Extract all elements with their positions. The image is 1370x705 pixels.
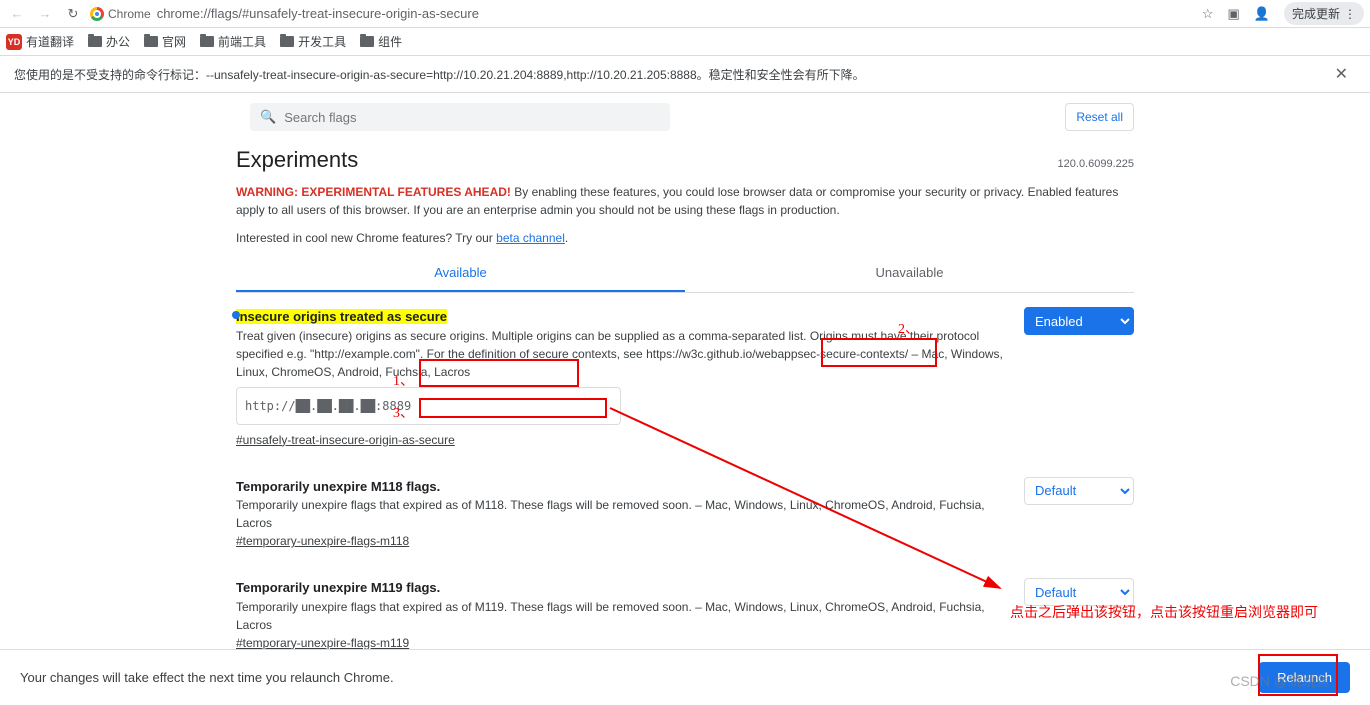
flag-state-select[interactable]: Enabled xyxy=(1024,307,1134,335)
update-button[interactable]: 完成更新 ⋮ xyxy=(1284,2,1364,25)
flag-insecure-origins: Insecure origins treated as secure Treat… xyxy=(236,293,1134,463)
flag-desc: Treat given (insecure) origins as secure… xyxy=(236,329,1003,379)
bookmark-label: 前端工具 xyxy=(218,33,266,50)
site-badge-label: Chrome xyxy=(108,7,151,21)
page-title: Experiments xyxy=(236,147,358,173)
beta-channel-link[interactable]: beta channel xyxy=(496,231,565,245)
address-bar[interactable]: chrome://flags/#unsafely-treat-insecure-… xyxy=(157,6,1196,21)
search-icon: 🔍 xyxy=(260,109,276,125)
menu-icon: ⋮ xyxy=(1344,7,1356,21)
warning-heading: WARNING: EXPERIMENTAL FEATURES AHEAD! xyxy=(236,185,511,199)
beta-note-post: . xyxy=(565,231,568,245)
bookmark-youdao[interactable]: YD 有道翻译 xyxy=(6,33,74,50)
experiments-warning: WARNING: EXPERIMENTAL FEATURES AHEAD! By… xyxy=(236,179,1134,223)
bookmark-star-icon[interactable]: ☆ xyxy=(1202,6,1214,22)
folder-icon xyxy=(144,36,158,47)
chrome-version: 120.0.6099.225 xyxy=(1058,158,1134,170)
bookmark-folder-4[interactable]: 组件 xyxy=(360,33,402,50)
bookmark-label: 办公 xyxy=(106,33,130,50)
reload-button[interactable]: ↻ xyxy=(62,3,84,25)
relaunch-message: Your changes will take effect the next t… xyxy=(20,670,394,685)
flag-text: Temporarily unexpire M119 flags. Tempora… xyxy=(236,578,1008,652)
flags-page: 🔍 Reset all Experiments 120.0.6099.225 W… xyxy=(220,93,1150,688)
flag-desc: Temporarily unexpire flags that expired … xyxy=(236,498,985,530)
folder-icon xyxy=(88,36,102,47)
update-label: 完成更新 xyxy=(1292,5,1340,22)
annotation-note: 点击之后弹出该按钮，点击该按钮重启浏览器即可 xyxy=(1010,602,1318,622)
tab-available[interactable]: Available xyxy=(236,255,685,292)
annotation-label-1: 1、 xyxy=(393,370,414,390)
chrome-logo-icon xyxy=(90,7,104,21)
flag-text: Insecure origins treated as secure Treat… xyxy=(236,307,1008,449)
modified-indicator-icon xyxy=(232,311,240,319)
browser-toolbar: ← → ↻ Chrome chrome://flags/#unsafely-tr… xyxy=(0,0,1370,28)
folder-icon xyxy=(360,36,374,47)
extensions-icon[interactable]: ▣ xyxy=(1228,6,1240,22)
bookmark-folder-2[interactable]: 前端工具 xyxy=(200,33,266,50)
search-box[interactable]: 🔍 xyxy=(250,103,670,131)
reset-all-button[interactable]: Reset all xyxy=(1065,103,1134,131)
experiments-header: Experiments 120.0.6099.225 xyxy=(236,141,1134,179)
folder-icon xyxy=(200,36,214,47)
flag-m118: Temporarily unexpire M118 flags. Tempora… xyxy=(236,463,1134,565)
tab-unavailable[interactable]: Unavailable xyxy=(685,255,1134,292)
bookmark-label: 开发工具 xyxy=(298,33,346,50)
youdao-favicon: YD xyxy=(6,34,22,50)
relaunch-button[interactable]: Relaunch xyxy=(1259,662,1350,693)
back-button[interactable]: ← xyxy=(6,3,28,25)
annotation-label-3: 3、 xyxy=(393,402,414,422)
site-badge: Chrome xyxy=(90,7,151,21)
bookmark-label: 有道翻译 xyxy=(26,33,74,50)
profile-icon[interactable]: 👤 xyxy=(1254,6,1270,22)
search-row: 🔍 Reset all xyxy=(236,93,1134,141)
flag-title: Temporarily unexpire M118 flags. xyxy=(236,479,440,494)
origin-input[interactable] xyxy=(236,387,621,425)
toolbar-right: ☆ ▣ 👤 完成更新 ⋮ xyxy=(1202,2,1364,25)
annotation-label-2: 2、 xyxy=(898,318,919,338)
search-input[interactable] xyxy=(284,110,660,125)
flag-state-select[interactable]: Default xyxy=(1024,477,1134,505)
bookmark-folder-0[interactable]: 办公 xyxy=(88,33,130,50)
beta-note-pre: Interested in cool new Chrome features? … xyxy=(236,231,496,245)
flag-title: Insecure origins treated as secure xyxy=(236,309,447,324)
bookmarks-bar: YD 有道翻译 办公 官网 前端工具 开发工具 组件 xyxy=(0,28,1370,56)
flag-desc: Temporarily unexpire flags that expired … xyxy=(236,600,985,632)
beta-note: Interested in cool new Chrome features? … xyxy=(236,223,1134,245)
bookmark-label: 官网 xyxy=(162,33,186,50)
flag-anchor-link[interactable]: #temporary-unexpire-flags-m118 xyxy=(236,532,409,550)
bookmark-folder-3[interactable]: 开发工具 xyxy=(280,33,346,50)
folder-icon xyxy=(280,36,294,47)
flag-text: Temporarily unexpire M118 flags. Tempora… xyxy=(236,477,1008,551)
flag-title: Temporarily unexpire M119 flags. xyxy=(236,580,440,595)
flag-anchor-link[interactable]: #unsafely-treat-insecure-origin-as-secur… xyxy=(236,431,455,449)
command-line-warning-bar: 您使用的是不受支持的命令行标记：--unsafely-treat-insecur… xyxy=(0,56,1370,93)
relaunch-bar: Your changes will take effect the next t… xyxy=(0,649,1370,705)
forward-button[interactable]: → xyxy=(34,3,56,25)
close-icon[interactable]: ✕ xyxy=(1327,64,1356,84)
tabs: Available Unavailable xyxy=(236,255,1134,293)
bookmark-folder-1[interactable]: 官网 xyxy=(144,33,186,50)
warning-text: 您使用的是不受支持的命令行标记：--unsafely-treat-insecur… xyxy=(14,66,865,83)
bookmark-label: 组件 xyxy=(378,33,402,50)
